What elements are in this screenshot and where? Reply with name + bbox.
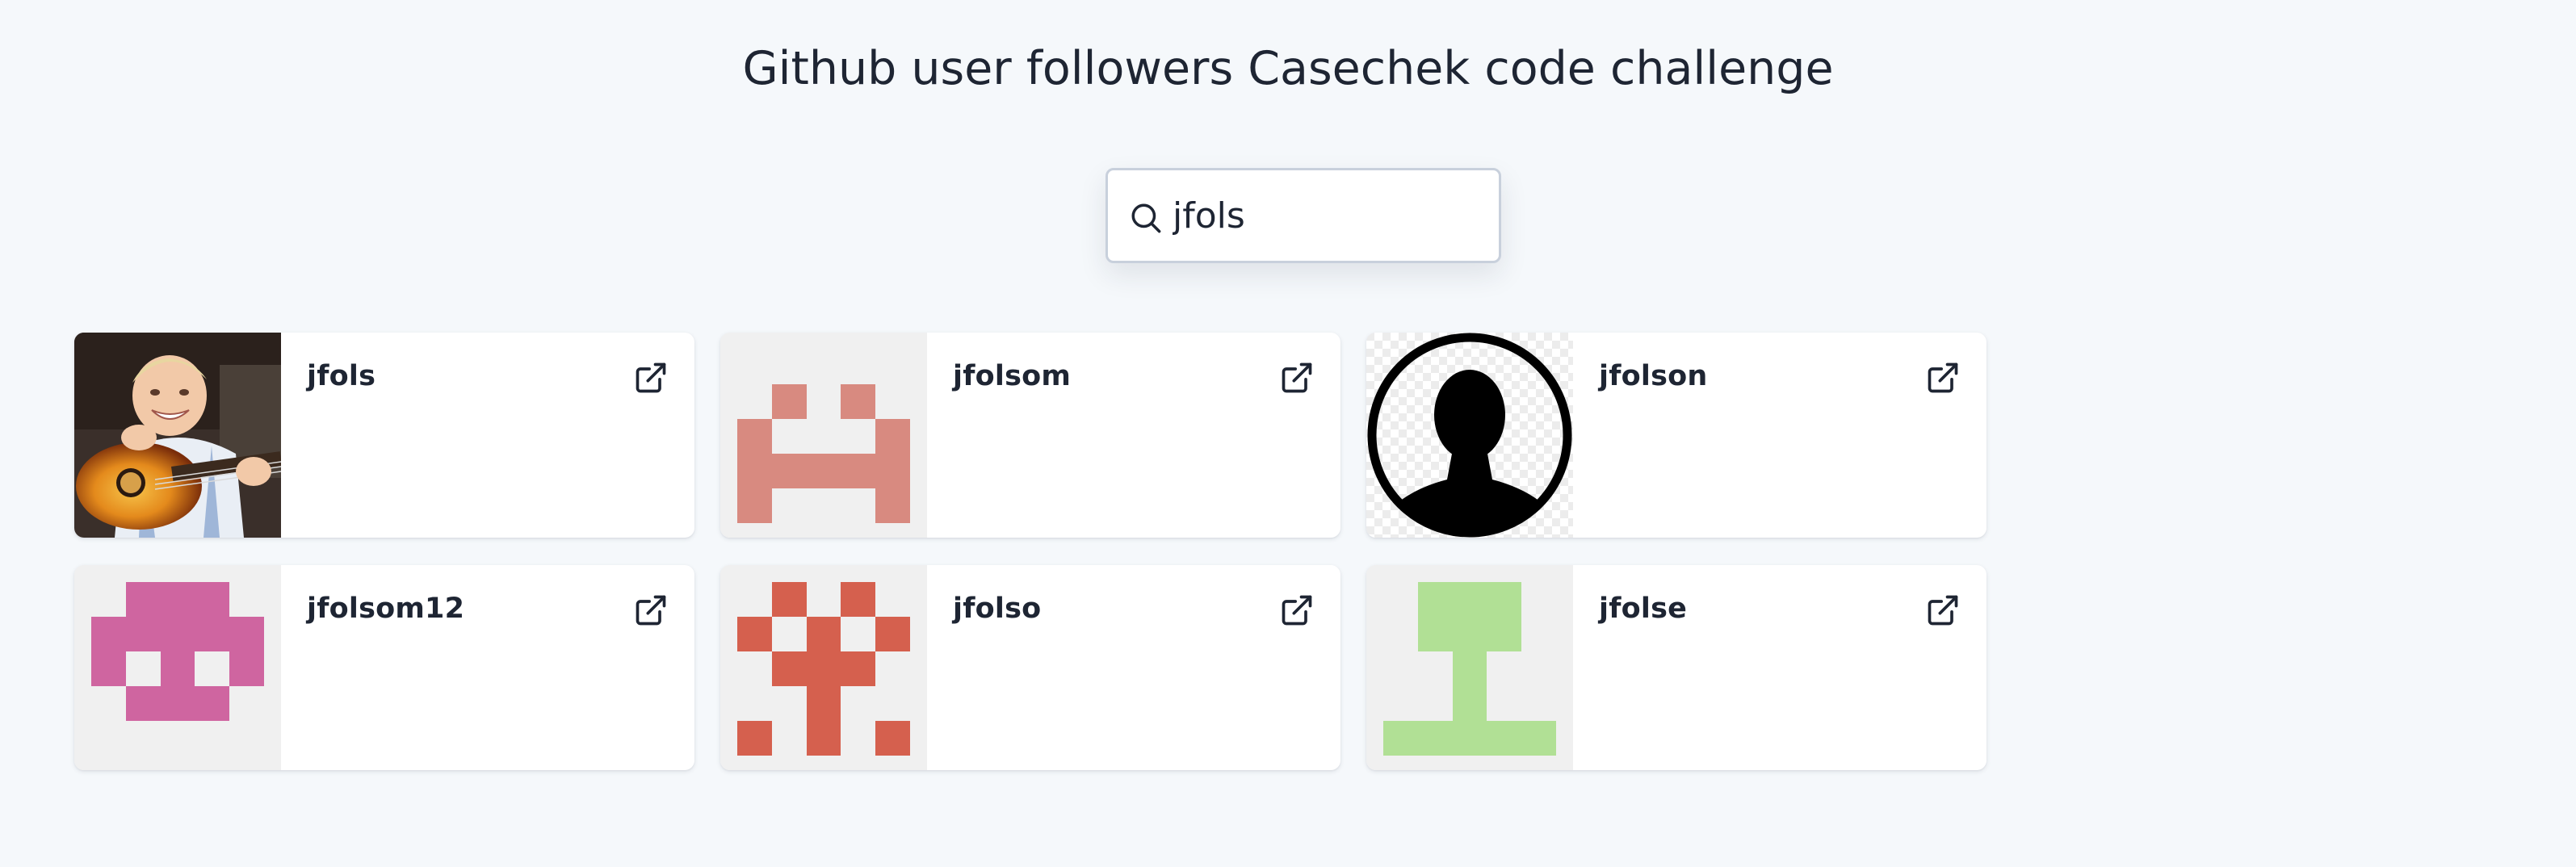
avatar (74, 333, 281, 538)
page-title: Github user followers Casechek code chal… (742, 42, 1834, 95)
avatar (1366, 565, 1573, 770)
user-card: jfolse (1366, 565, 1987, 770)
avatar-identicon-image (720, 333, 927, 538)
username: jfolsom (953, 360, 1072, 392)
user-card: jfolsom (720, 333, 1340, 538)
external-link-icon[interactable] (1279, 593, 1315, 628)
username: jfolson (1599, 360, 1708, 392)
user-card: jfolson (1366, 333, 1987, 538)
avatar (720, 565, 927, 770)
avatar (1366, 333, 1573, 538)
username: jfolse (1599, 593, 1688, 625)
avatar-identicon-image (720, 565, 927, 770)
external-link-icon[interactable] (1925, 593, 1961, 628)
avatar-silhouette-image (1366, 333, 1573, 538)
username: jfols (307, 360, 376, 392)
username: jfolsom12 (307, 593, 465, 625)
avatar-identicon-image (1366, 565, 1573, 770)
search-box[interactable] (1105, 168, 1501, 263)
search-icon (1131, 203, 1161, 233)
search-input[interactable] (1173, 170, 1479, 261)
user-card: jfolsom12 (74, 565, 694, 770)
avatar-identicon-image (74, 565, 281, 770)
avatar (720, 333, 927, 538)
external-link-icon[interactable] (633, 360, 669, 396)
user-card: jfols (74, 333, 694, 538)
followers-grid: jfols jfolsom jfolson jfolsom12 jfolso j… (74, 333, 1988, 772)
avatar (74, 565, 281, 770)
external-link-icon[interactable] (1279, 360, 1315, 396)
avatar-photo-image (74, 333, 281, 538)
external-link-icon[interactable] (1925, 360, 1961, 396)
username: jfolso (953, 593, 1042, 625)
user-card: jfolso (720, 565, 1340, 770)
external-link-icon[interactable] (633, 593, 669, 628)
